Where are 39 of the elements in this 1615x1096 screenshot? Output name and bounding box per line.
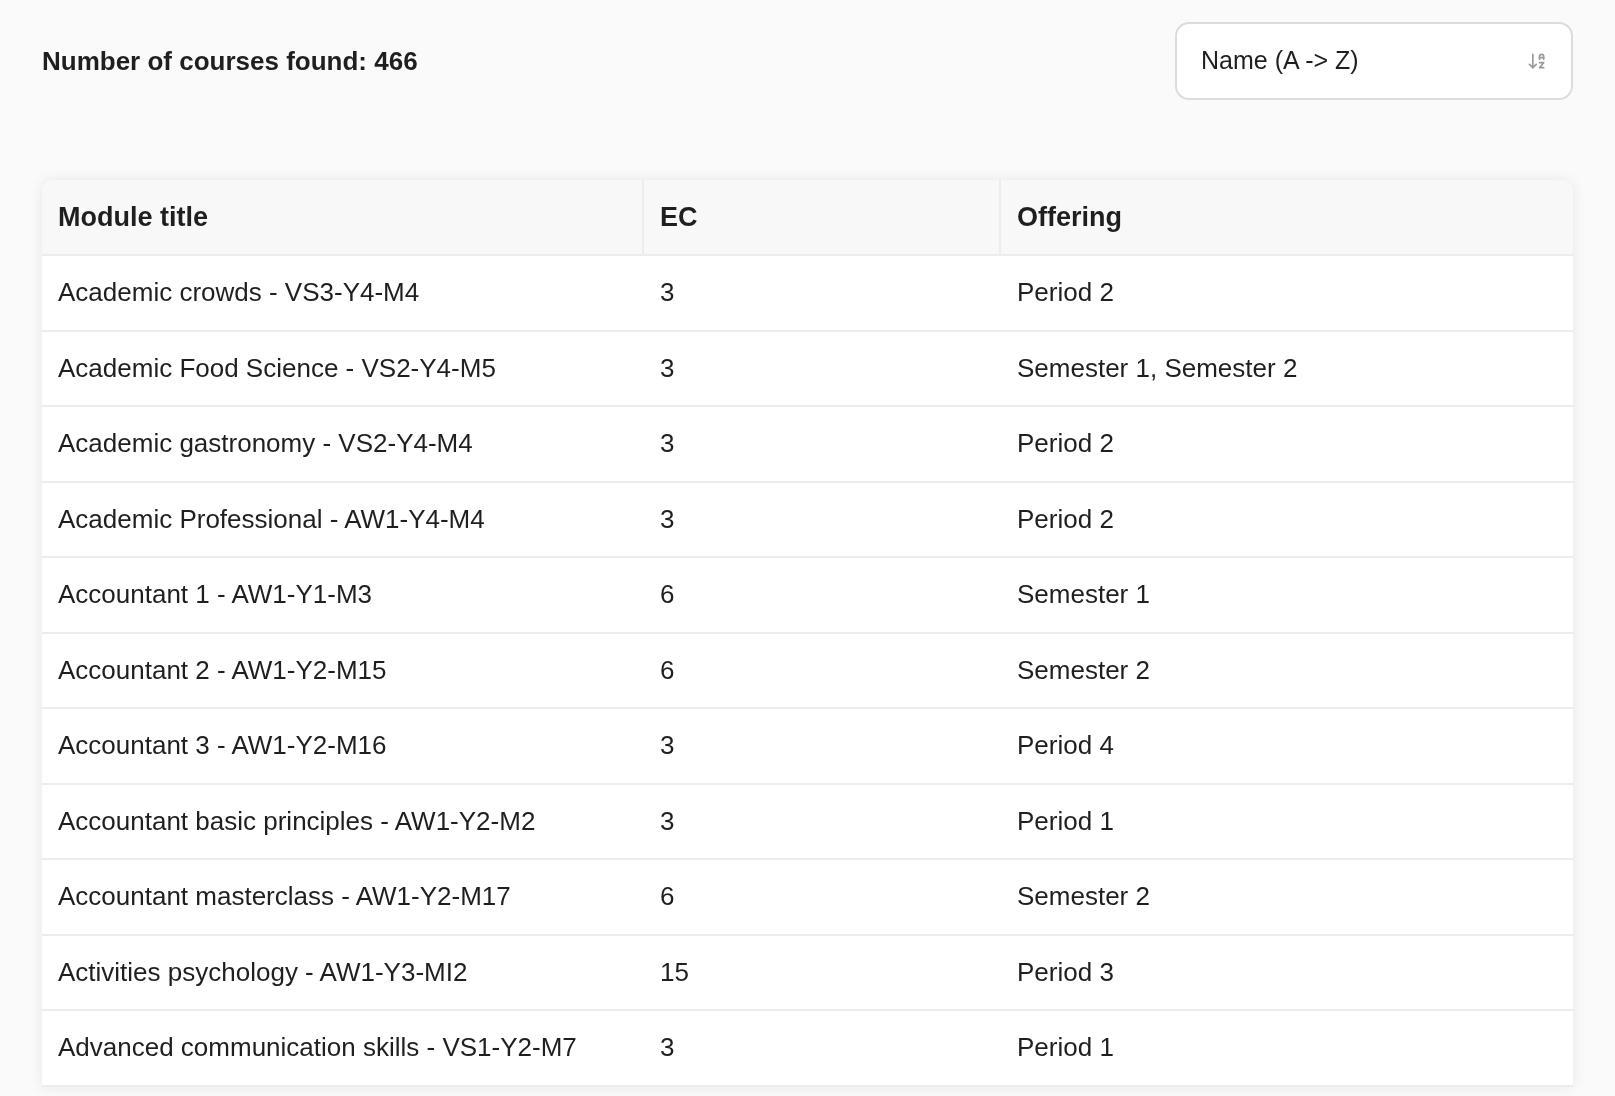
table-cell-text: Period 3 (1016, 955, 1115, 989)
table-cell-text: Semester 2 (1016, 880, 1151, 914)
table-cell-text: Semester 2 (1016, 653, 1151, 687)
table-cell-text: Period 2 (1016, 276, 1115, 310)
table-cell-text: 15 (659, 955, 690, 989)
table-cell-text: 3 (659, 351, 676, 385)
column-header: Offering (1016, 200, 1123, 234)
table-cell-text: Accountant 2 - AW1-Y2-M15 (57, 653, 388, 687)
table-cell-text: Accountant 3 - AW1-Y2-M16 (57, 729, 388, 763)
table-cell-text: Academic Food Science - VS2-Y4-M5 (57, 351, 497, 385)
table-cell-text: Semester 1, Semester 2 (1016, 351, 1299, 385)
table-cell-text: 3 (659, 729, 676, 763)
sort-icon (1527, 51, 1547, 71)
table-cell-text: 6 (659, 578, 676, 612)
table-cell-text: Period 1 (1016, 1031, 1115, 1065)
sort-select[interactable]: Name (A -> Z) (1175, 22, 1573, 100)
table-cell-text: 3 (659, 427, 676, 461)
table-cell-text: Academic crowds - VS3-Y4-M4 (57, 276, 421, 310)
table-cell-text: Activities psychology - AW1-Y3-MI2 (57, 955, 469, 989)
table-cell-text: 3 (659, 804, 676, 838)
table-cell-text: Semester 1 (1016, 578, 1151, 612)
table-cell-text: Accountant basic principles - AW1-Y2-M2 (57, 804, 537, 838)
table-cell-text: Period 4 (1016, 729, 1115, 763)
courses-count: Number of courses found: 466 (42, 44, 418, 78)
table-cell-text: 6 (659, 653, 676, 687)
table-cell-text: 3 (659, 276, 676, 310)
table-cell-text: Academic Professional - AW1-Y4-M4 (57, 502, 486, 536)
column-header: Module title (57, 200, 209, 234)
table-cell-text: Academic gastronomy - VS2-Y4-M4 (57, 427, 474, 461)
table-cell-text: Period 1 (1016, 804, 1115, 838)
table-cell-text: Advanced communication skills - VS1-Y2-M7 (57, 1031, 578, 1065)
column-header: EC (659, 200, 699, 234)
table-cell-text: Period 2 (1016, 427, 1115, 461)
table-cell-text: 3 (659, 1031, 676, 1065)
table-cell-text: Accountant 1 - AW1-Y1-M3 (57, 578, 374, 612)
table-cell-text: 3 (659, 502, 676, 536)
table-cell-text: Period 2 (1016, 502, 1115, 536)
table-cell-text: Accountant masterclass - AW1-Y2-M17 (57, 880, 512, 914)
table-cell-text: 6 (659, 880, 676, 914)
